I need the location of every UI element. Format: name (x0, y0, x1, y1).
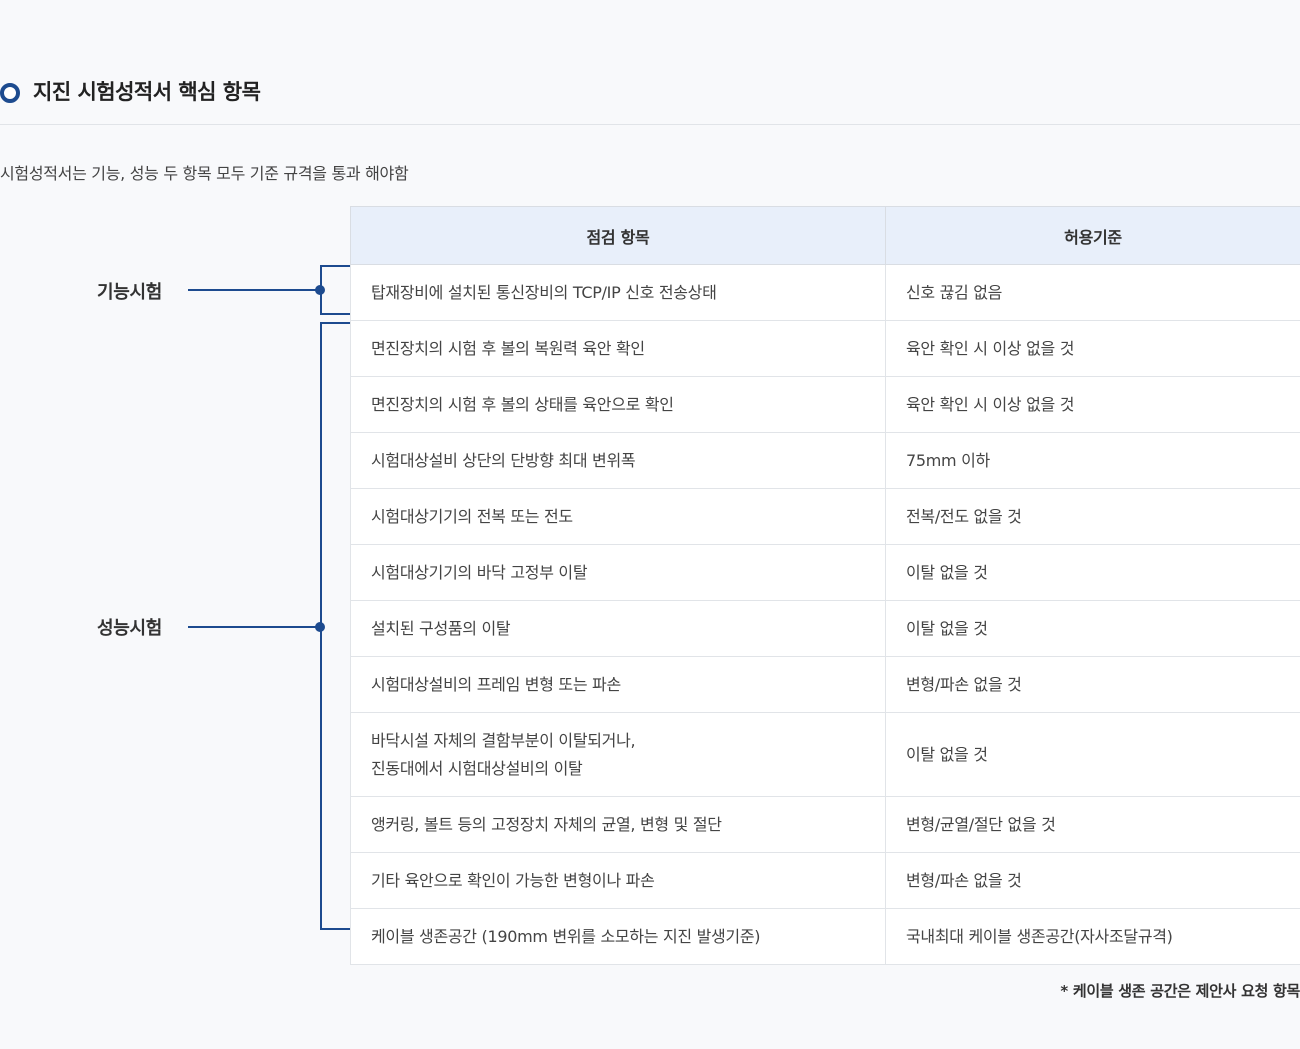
table-row: 시험대상설비의 프레임 변형 또는 파손 변형/파손 없을 것 (350, 656, 1300, 713)
connector-dot-performance (315, 622, 325, 632)
table-row: 바닥시설 자체의 결함부분이 이탈되거나, 진동대에서 시험대상설비의 이탈 이… (350, 712, 1300, 797)
item-cell: 탑재장비에 설치된 통신장비의 TCP/IP 신호 전송상태 (350, 264, 886, 321)
criterion-cell: 변형/파손 없을 것 (885, 852, 1300, 909)
table-row: 면진장치의 시험 후 볼의 복원력 육안 확인 육안 확인 시 이상 없을 것 (350, 320, 1300, 377)
item-cell: 시험대상기기의 전복 또는 전도 (350, 488, 886, 545)
criterion-cell: 이탈 없을 것 (885, 600, 1300, 657)
table-row: 면진장치의 시험 후 볼의 상태를 육안으로 확인 육안 확인 시 이상 없을 … (350, 376, 1300, 433)
criterion-cell: 국내최대 케이블 생존공간(자사조달규격) (885, 908, 1300, 965)
item-cell: 케이블 생존공간 (190mm 변위를 소모하는 지진 발생기준) (350, 908, 886, 965)
criterion-cell: 육안 확인 시 이상 없을 것 (885, 320, 1300, 377)
item-cell: 바닥시설 자체의 결함부분이 이탈되거나, 진동대에서 시험대상설비의 이탈 (350, 712, 886, 797)
item-cell: 시험대상설비 상단의 단방향 최대 변위폭 (350, 432, 886, 489)
criterion-cell: 변형/균열/절단 없을 것 (885, 796, 1300, 853)
group-connector (188, 265, 350, 930)
item-cell: 설치된 구성품의 이탈 (350, 600, 886, 657)
criterion-cell: 이탈 없을 것 (885, 712, 1300, 797)
item-cell: 시험대상기기의 바닥 고정부 이탈 (350, 544, 886, 601)
criterion-cell: 75mm 이하 (885, 432, 1300, 489)
criterion-cell: 전복/전도 없을 것 (885, 488, 1300, 545)
footnote: * 케이블 생존 공간은 제안사 요청 항목 (1060, 982, 1300, 1000)
item-cell: 면진장치의 시험 후 볼의 상태를 육안으로 확인 (350, 376, 886, 433)
item-cell: 기타 육안으로 확인이 가능한 변형이나 파손 (350, 852, 886, 909)
header-criterion: 허용기준 (885, 206, 1300, 265)
table-row: 설치된 구성품의 이탈 이탈 없을 것 (350, 600, 1300, 657)
item-cell-line: 진동대에서 시험대상설비의 이탈 (371, 758, 583, 778)
table-row: 앵커링, 볼트 등의 고정장치 자체의 균열, 변형 및 절단 변형/균열/절단… (350, 796, 1300, 853)
table-row: 시험대상기기의 전복 또는 전도 전복/전도 없을 것 (350, 488, 1300, 545)
connector-dot-function (315, 285, 325, 295)
criterion-cell: 신호 끊김 없음 (885, 264, 1300, 321)
table-header-row: 점검 항목 허용기준 (350, 206, 1300, 265)
item-cell: 앵커링, 볼트 등의 고정장치 자체의 균열, 변형 및 절단 (350, 796, 886, 853)
table-row: 케이블 생존공간 (190mm 변위를 소모하는 지진 발생기준) 국내최대 케… (350, 908, 1300, 965)
criterion-cell: 이탈 없을 것 (885, 544, 1300, 601)
table-row: 시험대상설비 상단의 단방향 최대 변위폭 75mm 이하 (350, 432, 1300, 489)
table-row: 탑재장비에 설치된 통신장비의 TCP/IP 신호 전송상태 신호 끊김 없음 (350, 264, 1300, 321)
table-row: 기타 육안으로 확인이 가능한 변형이나 파손 변형/파손 없을 것 (350, 852, 1300, 909)
inspection-table: 점검 항목 허용기준 탑재장비에 설치된 통신장비의 TCP/IP 신호 전송상… (350, 206, 1300, 965)
item-cell-line: 바닥시설 자체의 결함부분이 이탈되거나, (371, 730, 636, 750)
criterion-cell: 육안 확인 시 이상 없을 것 (885, 376, 1300, 433)
item-cell: 시험대상설비의 프레임 변형 또는 파손 (350, 656, 886, 713)
header-item: 점검 항목 (350, 206, 886, 265)
item-cell: 면진장치의 시험 후 볼의 복원력 육안 확인 (350, 320, 886, 377)
criterion-cell: 변형/파손 없을 것 (885, 656, 1300, 713)
table-row: 시험대상기기의 바닥 고정부 이탈 이탈 없을 것 (350, 544, 1300, 601)
